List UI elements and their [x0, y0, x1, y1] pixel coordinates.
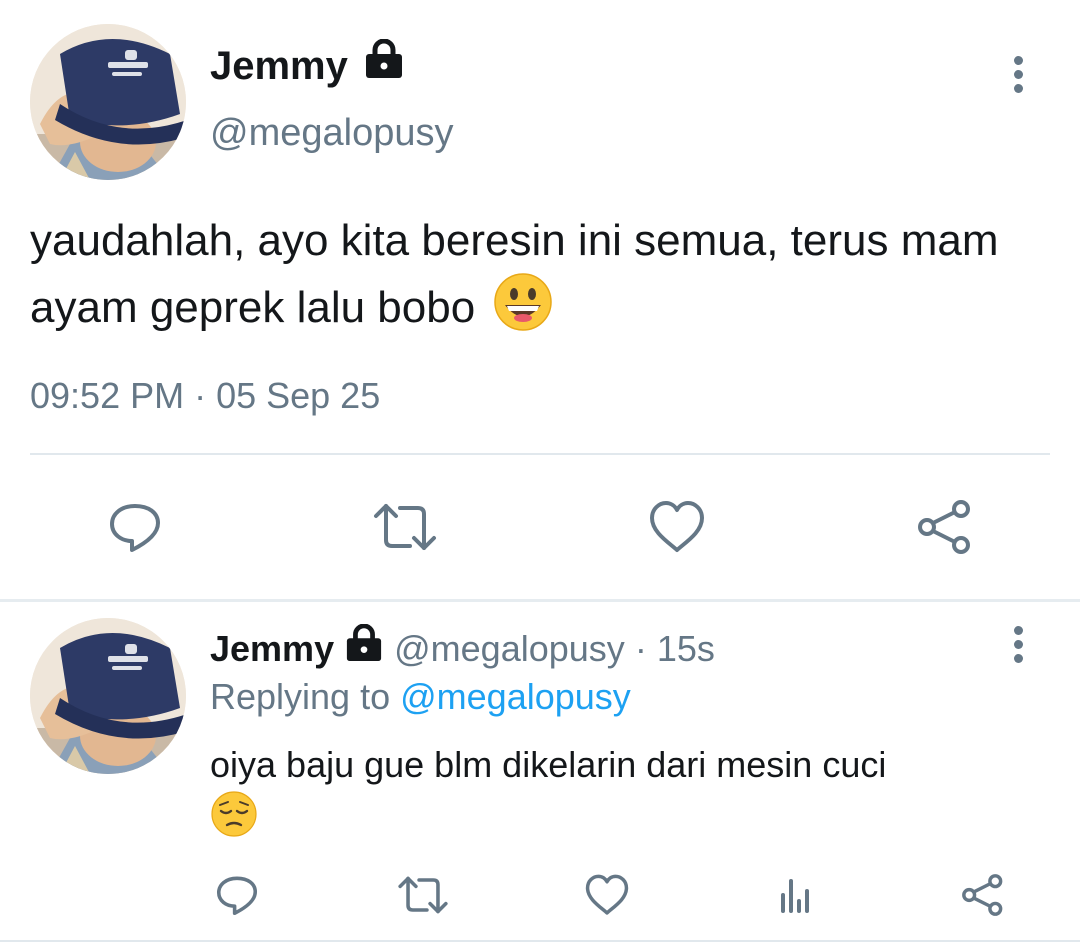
replying-to: Replying to @megalopusy [210, 676, 631, 718]
section-divider [0, 599, 1080, 602]
like-button[interactable] [642, 495, 712, 559]
share-button[interactable] [956, 870, 1010, 920]
avatar[interactable] [30, 24, 186, 180]
reply-author-name[interactable]: Jemmy [210, 628, 334, 669]
analytics-button[interactable] [768, 870, 822, 920]
reply-author-handle[interactable]: @megalopusy [394, 628, 625, 669]
reply-icon [216, 876, 258, 916]
retweet-button[interactable] [396, 870, 450, 920]
share-button[interactable] [910, 495, 980, 559]
reply-header: Jemmy @megalopusy · 15s [210, 623, 715, 671]
tweet-text: yaudahlah, ayo kita beresin ini semua, t… [30, 210, 1070, 349]
retweet-icon [398, 876, 448, 914]
grinning-emoji [493, 272, 553, 349]
reply-text-body: oiya baju gue blm dikelarin dari mesin c… [210, 744, 887, 785]
author-handle[interactable]: @megalopusy [210, 112, 453, 155]
reply-age[interactable]: 15s [657, 628, 715, 669]
analytics-icon [781, 879, 809, 913]
reply-text: oiya baju gue blm dikelarin dari mesin c… [210, 742, 1050, 849]
reply-button[interactable] [210, 870, 264, 920]
heart-icon [650, 501, 704, 552]
reply-separator: · [634, 628, 647, 669]
reply-button[interactable] [100, 495, 170, 559]
divider [30, 453, 1050, 455]
replying-to-label: Replying to [210, 676, 391, 717]
share-icon [918, 500, 970, 554]
share-icon [962, 874, 1003, 916]
lock-icon [363, 38, 405, 89]
avatar[interactable] [30, 618, 186, 774]
reply-icon [110, 504, 160, 552]
author-name-text[interactable]: Jemmy [210, 44, 348, 88]
like-button[interactable] [580, 870, 634, 920]
tweet-timestamp[interactable]: 09:52 PM · 05 Sep 25 [30, 375, 380, 417]
retweet-icon [374, 504, 436, 550]
author-name[interactable]: Jemmy [210, 38, 405, 89]
retweet-button[interactable] [370, 495, 440, 559]
pensive-emoji [210, 790, 258, 849]
bottom-divider [0, 940, 1080, 942]
replying-to-handle[interactable]: @megalopusy [400, 676, 631, 717]
more-vertical-icon[interactable] [1006, 626, 1030, 666]
lock-icon [344, 623, 384, 671]
heart-icon [585, 874, 629, 915]
more-vertical-icon[interactable] [1006, 56, 1030, 96]
